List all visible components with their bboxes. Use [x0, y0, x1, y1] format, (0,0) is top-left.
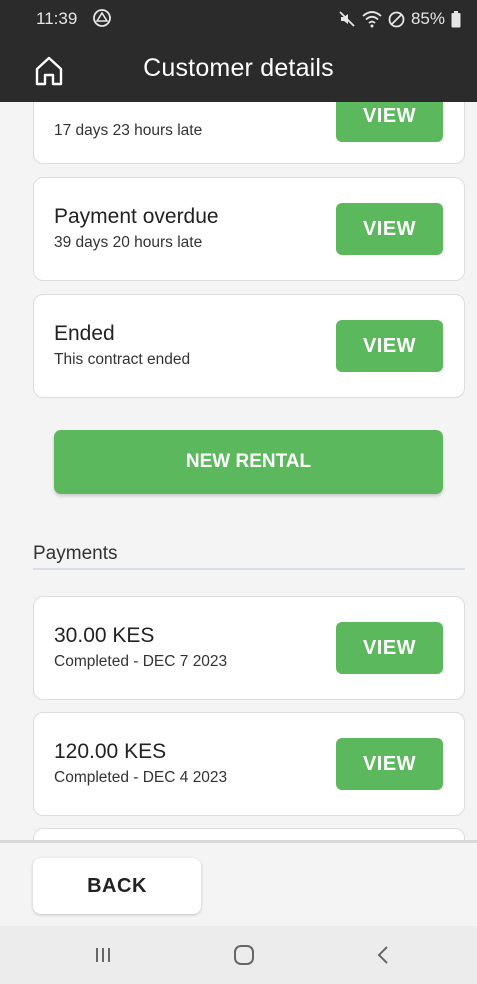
divider: [33, 568, 465, 570]
wifi-icon: [362, 10, 382, 28]
status-time: 11:39: [36, 9, 78, 28]
back-nav-icon[interactable]: [368, 941, 398, 969]
system-nav-bar: [0, 926, 477, 984]
contract-title: Payment overdue: [54, 205, 219, 228]
app-bar: Customer details: [0, 40, 477, 102]
status-bar: 11:39 85%: [0, 0, 477, 40]
home-nav-icon[interactable]: [229, 941, 259, 969]
mute-icon: [338, 10, 356, 28]
content-scroll[interactable]: 17 days 23 hours late VIEW Payment overd…: [0, 102, 477, 840]
sync-icon: [92, 8, 112, 28]
footer: BACK: [0, 840, 477, 926]
payment-card: 30.00 KES Completed - DEC 7 2023 VIEW: [33, 596, 465, 700]
contract-card: Payment overdue 39 days 20 hours late VI…: [33, 177, 465, 281]
payment-status: Completed - DEC 4 2023: [54, 769, 228, 786]
page-title: Customer details: [143, 54, 334, 82]
view-button[interactable]: VIEW: [336, 102, 443, 142]
contract-subtitle: 17 days 23 hours late: [54, 122, 203, 139]
new-rental-button[interactable]: NEW RENTAL: [54, 430, 443, 494]
recents-icon[interactable]: [88, 941, 118, 969]
contract-title: Ended: [54, 322, 115, 345]
contract-card: Ended This contract ended VIEW: [33, 294, 465, 398]
payment-card: [33, 828, 465, 840]
view-button[interactable]: VIEW: [336, 622, 443, 674]
do-not-disturb-icon: [388, 11, 405, 28]
battery-icon: [451, 10, 461, 28]
payments-heading: Payments: [33, 543, 118, 564]
payment-status: Completed - DEC 7 2023: [54, 653, 228, 670]
view-button[interactable]: VIEW: [336, 203, 443, 255]
view-button[interactable]: VIEW: [336, 320, 443, 372]
view-button[interactable]: VIEW: [336, 738, 443, 790]
payment-amount: 120.00 KES: [54, 740, 167, 763]
payment-amount: 30.00 KES: [54, 624, 155, 647]
battery-level: 85%: [410, 9, 445, 28]
contract-card: 17 days 23 hours late VIEW: [33, 102, 465, 164]
payment-card: 120.00 KES Completed - DEC 4 2023 VIEW: [33, 712, 465, 816]
back-button[interactable]: BACK: [33, 858, 201, 914]
status-icons: 85%: [338, 9, 461, 29]
contract-subtitle: 39 days 20 hours late: [54, 234, 203, 251]
contract-subtitle: This contract ended: [54, 351, 191, 368]
